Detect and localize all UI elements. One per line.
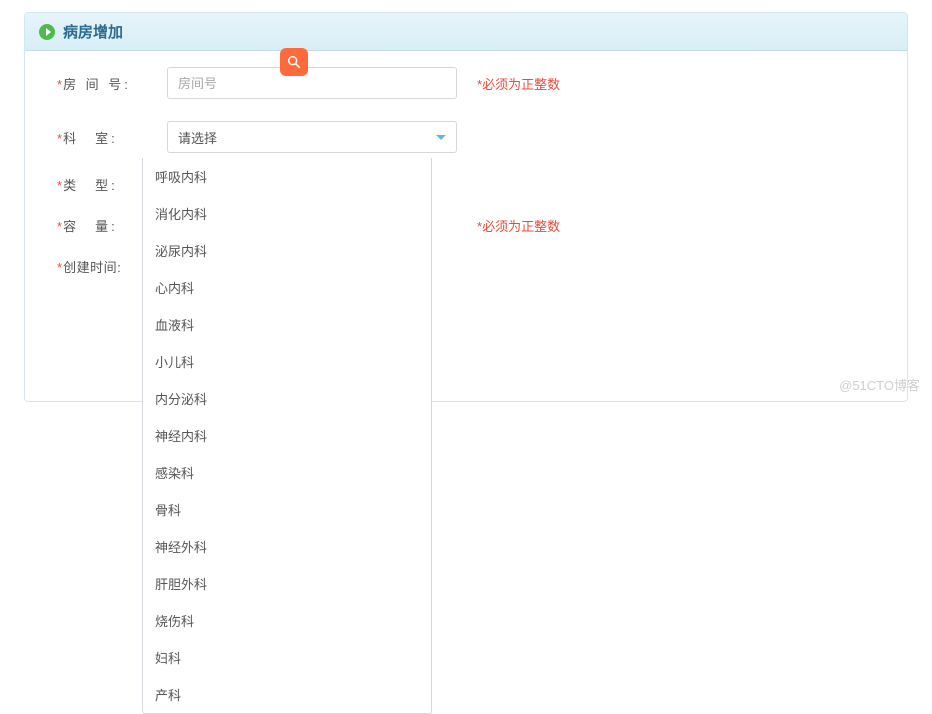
label-department: *科 室: [57, 128, 167, 147]
department-dropdown: 呼吸内科消化内科泌尿内科心内科血液科小儿科内分泌科神经内科感染科骨科神经外科肝胆… [142, 158, 432, 714]
dropdown-item[interactable]: 神经外科 [143, 528, 431, 565]
department-select[interactable]: 请选择 [167, 121, 457, 153]
department-select-value: 请选择 [178, 128, 217, 147]
label-room-number: *房 间 号: [57, 74, 167, 93]
dropdown-item[interactable]: 心内科 [143, 269, 431, 306]
dropdown-item[interactable]: 妇科 [143, 639, 431, 676]
dropdown-item[interactable]: 泌尿内科 [143, 232, 431, 269]
dropdown-item[interactable]: 产科 [143, 676, 431, 713]
hint-capacity: *必须为正整数 [477, 216, 560, 235]
dropdown-item[interactable]: 烧伤科 [143, 602, 431, 639]
form-body: *房 间 号: *必须为正整数 *科 室: 请选择 *类 型: *容 量: *必… [25, 51, 907, 401]
panel-title: 病房增加 [63, 21, 123, 42]
dropdown-item[interactable]: 小儿科 [143, 343, 431, 380]
panel-header: 病房增加 [25, 13, 907, 51]
row-room-number: *房 间 号: *必须为正整数 [57, 67, 887, 99]
row-department: *科 室: 请选择 [57, 121, 887, 153]
dropdown-item[interactable]: 肝胆外科 [143, 565, 431, 602]
search-button[interactable] [280, 48, 308, 76]
panel: 病房增加 *房 间 号: *必须为正整数 *科 室: 请选择 *类 型: [24, 12, 908, 402]
watermark: @51CTO博客 [839, 375, 920, 394]
search-icon [286, 54, 302, 70]
hint-room-number: *必须为正整数 [477, 74, 560, 93]
dropdown-item[interactable]: 血液科 [143, 306, 431, 343]
dropdown-item[interactable]: 内分泌科 [143, 380, 431, 417]
chevron-down-icon [436, 135, 446, 140]
dropdown-item[interactable]: 消化内科 [143, 195, 431, 232]
dropdown-item[interactable]: 感染科 [143, 454, 431, 491]
dropdown-item[interactable]: 神经内科 [143, 417, 431, 454]
dropdown-item[interactable]: 呼吸内科 [143, 158, 431, 195]
play-icon [39, 24, 55, 40]
room-number-input[interactable] [167, 67, 457, 99]
dropdown-item[interactable]: 骨科 [143, 491, 431, 528]
